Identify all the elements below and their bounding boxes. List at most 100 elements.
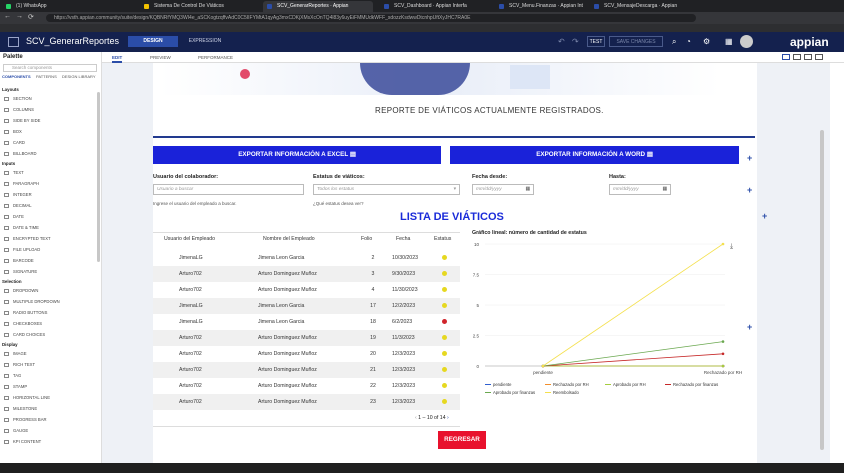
palette-item[interactable]: CARD CHOICES [4, 330, 45, 340]
palette-item-label: DROPDOWN [13, 288, 39, 293]
palette-item[interactable]: RICH TEXT [4, 360, 35, 370]
add-component-icon[interactable]: + [747, 153, 752, 163]
palette-item[interactable]: SIGNATURE [4, 267, 37, 277]
avatar[interactable] [740, 35, 753, 48]
table-row[interactable]: JimenaLG Jimena Leon Garcia 2 10/30/2023 [153, 250, 460, 266]
cell-fecha: 12/3/2023 [392, 399, 416, 405]
data-point [721, 352, 725, 356]
palette-item-label: RICH TEXT [13, 362, 36, 367]
back-icon[interactable]: ← [4, 13, 11, 20]
palette-section-header[interactable]: Layouts [2, 86, 19, 94]
palette-item[interactable]: MULTIPLE DROPDOWN [4, 297, 60, 307]
table-row[interactable]: Arturo702 Arturo Dominguez Muñoz 4 11/30/20… [153, 282, 460, 298]
table-row[interactable]: Arturo702 Arturo Dominguez Muñoz 22 12/3/20… [153, 378, 460, 394]
palette-item[interactable]: TEXT [4, 168, 24, 178]
export-excel-button[interactable]: EXPORTAR INFORMACIÓN A EXCEL ▤ [153, 146, 441, 164]
col-header-nombre[interactable]: Nombre del Empleado [263, 236, 315, 242]
browser-tab[interactable]: SCV_MensajeDescarga · Appian [590, 1, 680, 12]
palette-item[interactable]: SECTION [4, 94, 32, 104]
reload-icon[interactable]: ⟳ [28, 13, 34, 21]
apps-grid-icon[interactable]: ▦ [725, 37, 733, 46]
browser-tab[interactable]: Sistema De Control De Viáticos [140, 1, 255, 12]
palette-item[interactable]: CARD [4, 138, 25, 148]
table-row[interactable]: Arturo702 Arturo Dominguez Muñoz 21 12/3/20… [153, 362, 460, 378]
add-component-icon[interactable]: + [747, 185, 752, 195]
add-component-icon[interactable]: + [762, 211, 767, 221]
table-row[interactable]: JimenaLG Jimena Leon Garcia 17 12/2/2023 [153, 298, 460, 314]
forward-icon[interactable]: → [16, 13, 23, 20]
palette-item[interactable]: HORIZONTAL LINE [4, 393, 50, 403]
save-changes-button[interactable]: SAVE CHANGES [609, 36, 663, 47]
palette-scrollbar[interactable] [97, 92, 100, 262]
palette-item[interactable]: SIDE BY SIDE [4, 116, 40, 126]
layout-toggles[interactable] [782, 54, 842, 61]
palette-item[interactable]: BOX [4, 127, 22, 137]
add-component-icon[interactable]: + [747, 322, 752, 332]
browser-tab[interactable]: SCV_GenerarReportes · Appian [263, 1, 373, 12]
status-dropdown[interactable]: Todos los estatus ▾ [313, 184, 460, 195]
palette-item[interactable]: CHECKBOXES [4, 319, 42, 329]
url-input[interactable]: https://vsth.appian.community/suite/desi… [46, 14, 696, 22]
component-icon [4, 152, 9, 156]
palette-item[interactable]: PROGRESS BAR [4, 415, 47, 425]
date-to-input[interactable]: mm/dd/yyyy ▦ [609, 184, 671, 195]
component-icon [4, 300, 9, 304]
palette-section-header[interactable]: Display [2, 341, 18, 349]
undo-icon[interactable]: ↶ [558, 37, 565, 46]
history-icon[interactable]: ◔ [686, 37, 691, 46]
palette-item[interactable]: DATE & TIME [4, 223, 39, 233]
test-button[interactable]: TEST [587, 36, 605, 47]
table-row[interactable]: Arturo702 Arturo Dominguez Muñoz 23 12/3/20… [153, 394, 460, 410]
palette-item[interactable]: ENCRYPTED TEXT [4, 234, 51, 244]
col-header-fecha[interactable]: Fecha [396, 236, 410, 242]
palette-section-header[interactable]: Inputs [2, 160, 15, 168]
regresar-button[interactable]: REGRESAR [438, 431, 486, 449]
table-row[interactable]: Arturo702 Arturo Dominguez Muñoz 19 11/3/20… [153, 330, 460, 346]
palette-item[interactable]: BARCODE [4, 256, 34, 266]
expression-mode-button[interactable]: EXPRESSION [180, 36, 230, 47]
palette-item[interactable]: KPI CONTENT [4, 437, 41, 447]
menu-icon[interactable] [8, 37, 19, 47]
browser-tab[interactable]: SCV_Menu.Finanzas · Appian Inte [495, 1, 583, 12]
palette-item[interactable]: IMAGE [4, 349, 27, 359]
palette-item[interactable]: DATE [4, 212, 24, 222]
canvas-scrollbar[interactable] [820, 130, 824, 450]
palette-item[interactable]: FILE UPLOAD [4, 245, 40, 255]
palette-item[interactable]: RADIO BUTTONS [4, 308, 47, 318]
table-row[interactable]: Arturo702 Arturo Dominguez Muñoz 3 9/30/202… [153, 266, 460, 282]
redo-icon[interactable]: ↷ [572, 37, 579, 46]
component-icon [4, 237, 9, 241]
palette-item[interactable]: TAG [4, 371, 21, 381]
col-header-folio[interactable]: Folio [361, 236, 372, 242]
search-icon[interactable]: ⌕ [672, 37, 676, 47]
palette-tab[interactable]: PATTERNS [36, 74, 57, 79]
browser-tab[interactable]: SCV_Dashboard · Appian Interfa [380, 1, 488, 12]
palette-item[interactable]: DROPDOWN [4, 286, 38, 296]
col-header-estatus[interactable]: Estatus [434, 236, 451, 242]
design-mode-button[interactable]: DESIGN [128, 36, 178, 47]
table-row[interactable]: Arturo702 Arturo Dominguez Muñoz 20 12/3/20… [153, 346, 460, 362]
palette-section-header[interactable]: Selection [2, 278, 22, 286]
palette-item[interactable]: MILESTONE [4, 404, 37, 414]
palette-tab[interactable]: DESIGN LIBRARY [62, 74, 96, 79]
palette-tab[interactable]: COMPONENTS [2, 74, 31, 79]
tab-preview[interactable]: PREVIEW [150, 52, 171, 63]
browser-tab[interactable]: (1) WhatsApp [2, 1, 132, 12]
gear-icon[interactable]: ⚙ [703, 37, 710, 46]
palette-item[interactable]: DECIMAL [4, 201, 32, 211]
tab-edit[interactable]: EDIT [112, 52, 123, 63]
palette-item[interactable]: BILLBOARD [4, 149, 37, 159]
palette-item[interactable]: PARAGRAPH [4, 179, 39, 189]
user-search-input[interactable]: Usuario a buscar [153, 184, 304, 195]
export-word-button[interactable]: EXPORTAR INFORMACIÓN A WORD ▤ [450, 146, 739, 164]
palette-item[interactable]: GAUGE [4, 426, 28, 436]
table-row[interactable]: JimenaLG Jimena Leon Garcia 18 6/2/2023 [153, 314, 460, 330]
col-header-usuario[interactable]: Usuario del Empleado [164, 236, 215, 242]
palette-item[interactable]: INTEGER [4, 190, 32, 200]
date-from-input[interactable]: mm/dd/yyyy ▦ [472, 184, 534, 195]
tab-performance[interactable]: PERFORMANCE [198, 52, 233, 63]
palette-item[interactable]: COLUMNS [4, 105, 34, 115]
palette-item[interactable]: STAMP [4, 382, 27, 392]
next-page-icon[interactable]: › [446, 415, 449, 421]
palette-search-input[interactable]: Search components [3, 64, 97, 72]
